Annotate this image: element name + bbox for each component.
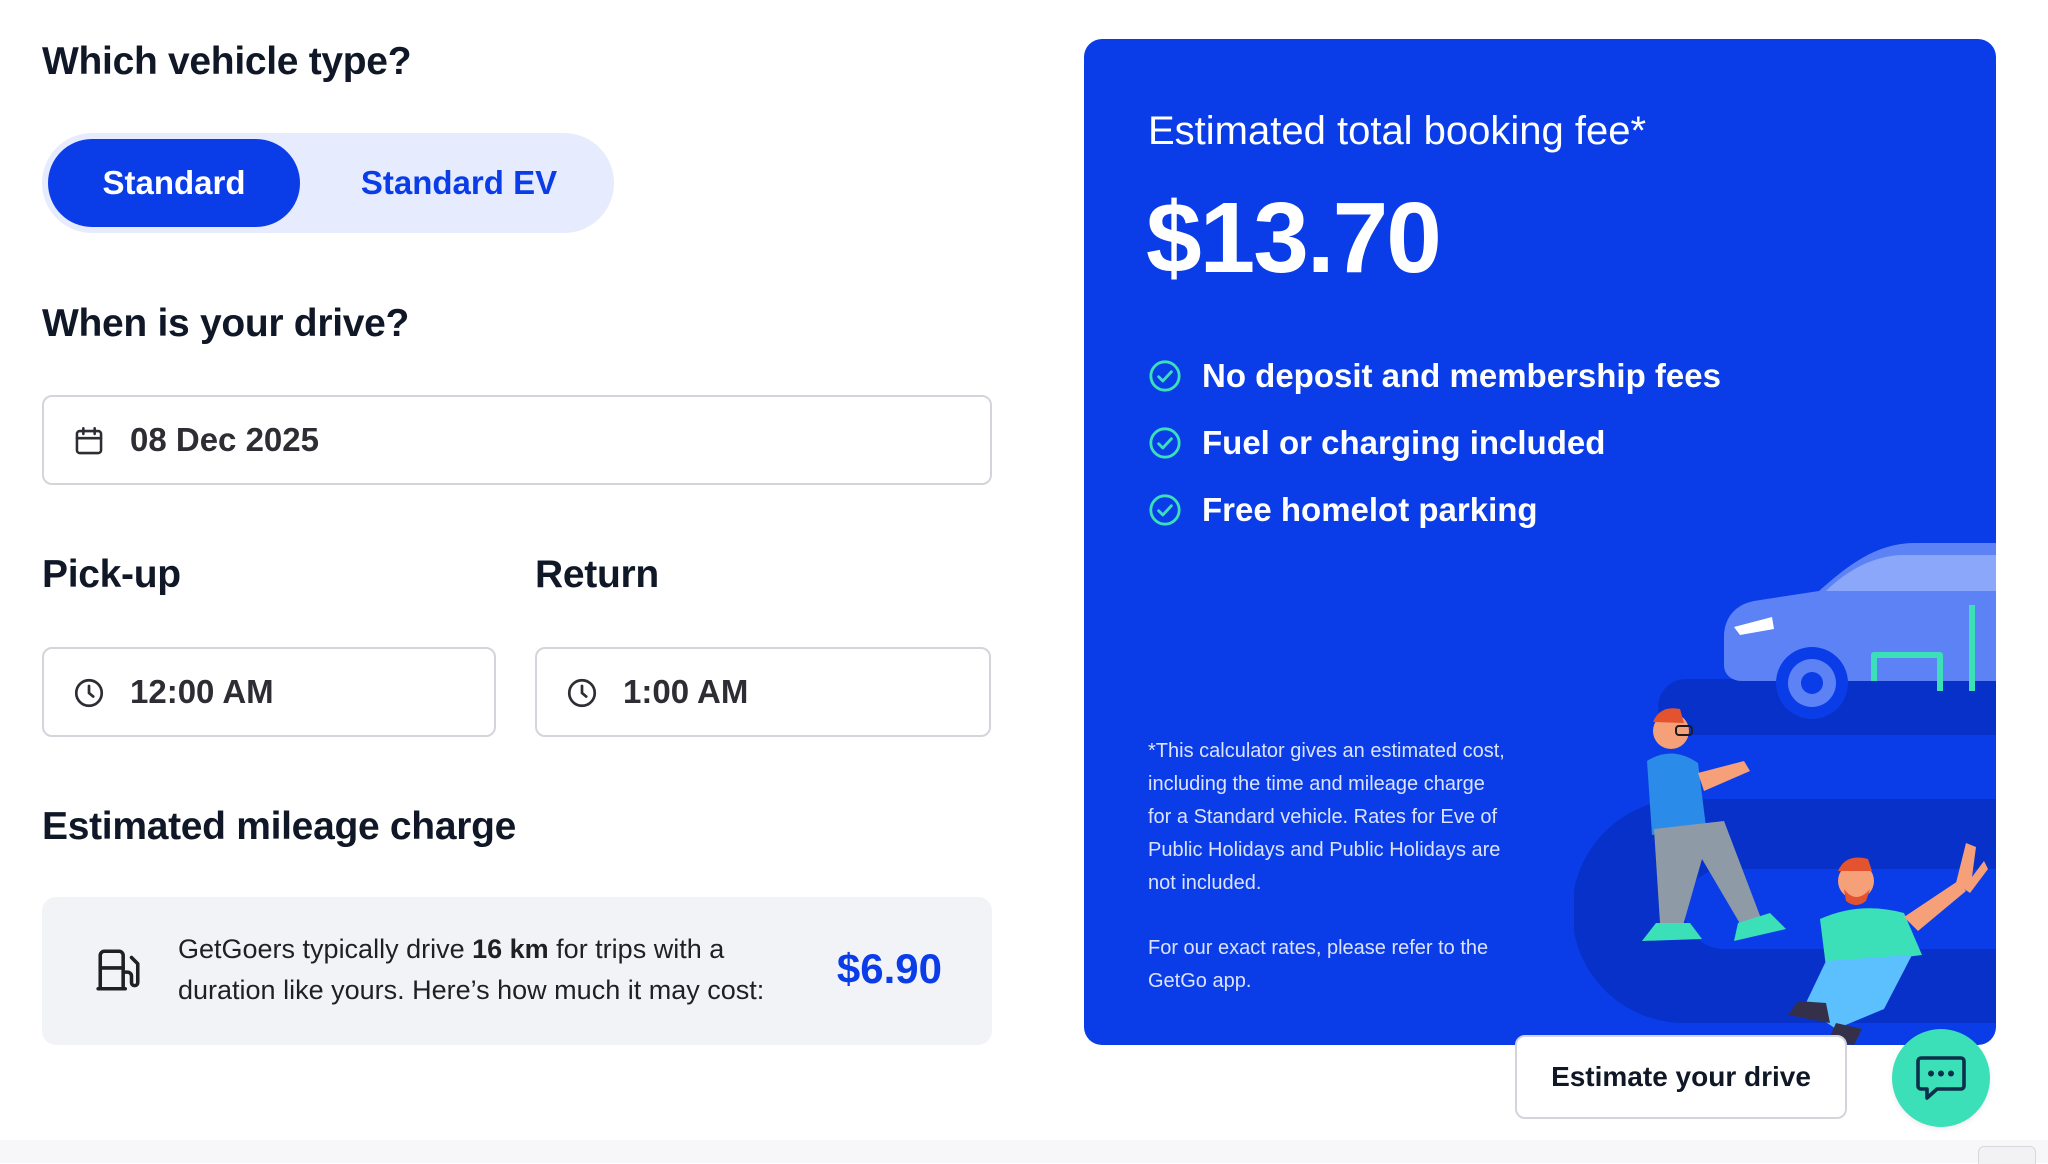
mileage-heading: Estimated mileage charge xyxy=(42,805,516,848)
drivers-car-illustration xyxy=(1574,543,1996,1045)
pickup-heading: Pick-up xyxy=(42,553,181,596)
return-time-value: 1:00 AM xyxy=(623,673,749,710)
mileage-price: $6.90 xyxy=(836,945,942,992)
estimate-card: Estimated total booking fee* $13.70 No d… xyxy=(1084,39,1996,1045)
chat-icon xyxy=(1916,1056,1966,1100)
calendar-icon xyxy=(75,426,103,455)
benefit-item: Free homelot parking xyxy=(1148,491,1538,529)
corner-tab xyxy=(1978,1146,2036,1164)
return-time-input[interactable]: 1:00 AM xyxy=(535,647,991,737)
estimate-disclaimer: *This calculator gives an estimated cost… xyxy=(1148,740,1505,894)
date-value: 08 Dec 2025 xyxy=(130,421,319,458)
mileage-description: GetGoers typically drive 16 km for trips… xyxy=(178,934,765,1005)
fuel-pump-icon xyxy=(96,949,140,991)
benefit-item: No deposit and membership fees xyxy=(1148,357,1721,395)
vehicle-type-toggle: Standard Standard EV xyxy=(42,133,614,233)
vehicle-option-standard-ev[interactable]: Standard EV xyxy=(314,139,604,227)
estimate-drive-button[interactable]: Estimate your drive xyxy=(1515,1035,1847,1119)
vehicle-type-heading: Which vehicle type? xyxy=(42,40,412,83)
pickup-time-value: 12:00 AM xyxy=(130,673,274,710)
check-circle-icon xyxy=(1149,427,1181,459)
estimate-total: $13.70 xyxy=(1146,182,1442,294)
date-input[interactable]: 08 Dec 2025 xyxy=(42,395,992,485)
drive-date-heading: When is your drive? xyxy=(42,302,410,345)
clock-icon xyxy=(567,678,597,708)
clock-icon xyxy=(74,678,104,708)
check-circle-icon xyxy=(1149,494,1181,526)
estimate-label: Estimated total booking fee* xyxy=(1148,109,1647,153)
mileage-estimate-box: GetGoers typically drive 16 km for trips… xyxy=(42,897,992,1045)
benefit-item: Fuel or charging included xyxy=(1148,424,1605,462)
estimate-reference: For our exact rates, please refer to the… xyxy=(1148,937,1489,992)
chat-button[interactable] xyxy=(1892,1029,1990,1127)
pickup-time-input[interactable]: 12:00 AM xyxy=(42,647,496,737)
return-heading: Return xyxy=(535,553,659,596)
vehicle-option-standard[interactable]: Standard xyxy=(48,139,300,227)
page-bottom-edge xyxy=(0,1140,2048,1163)
check-circle-icon xyxy=(1149,360,1181,392)
mileage-distance: 16 km xyxy=(472,934,549,964)
